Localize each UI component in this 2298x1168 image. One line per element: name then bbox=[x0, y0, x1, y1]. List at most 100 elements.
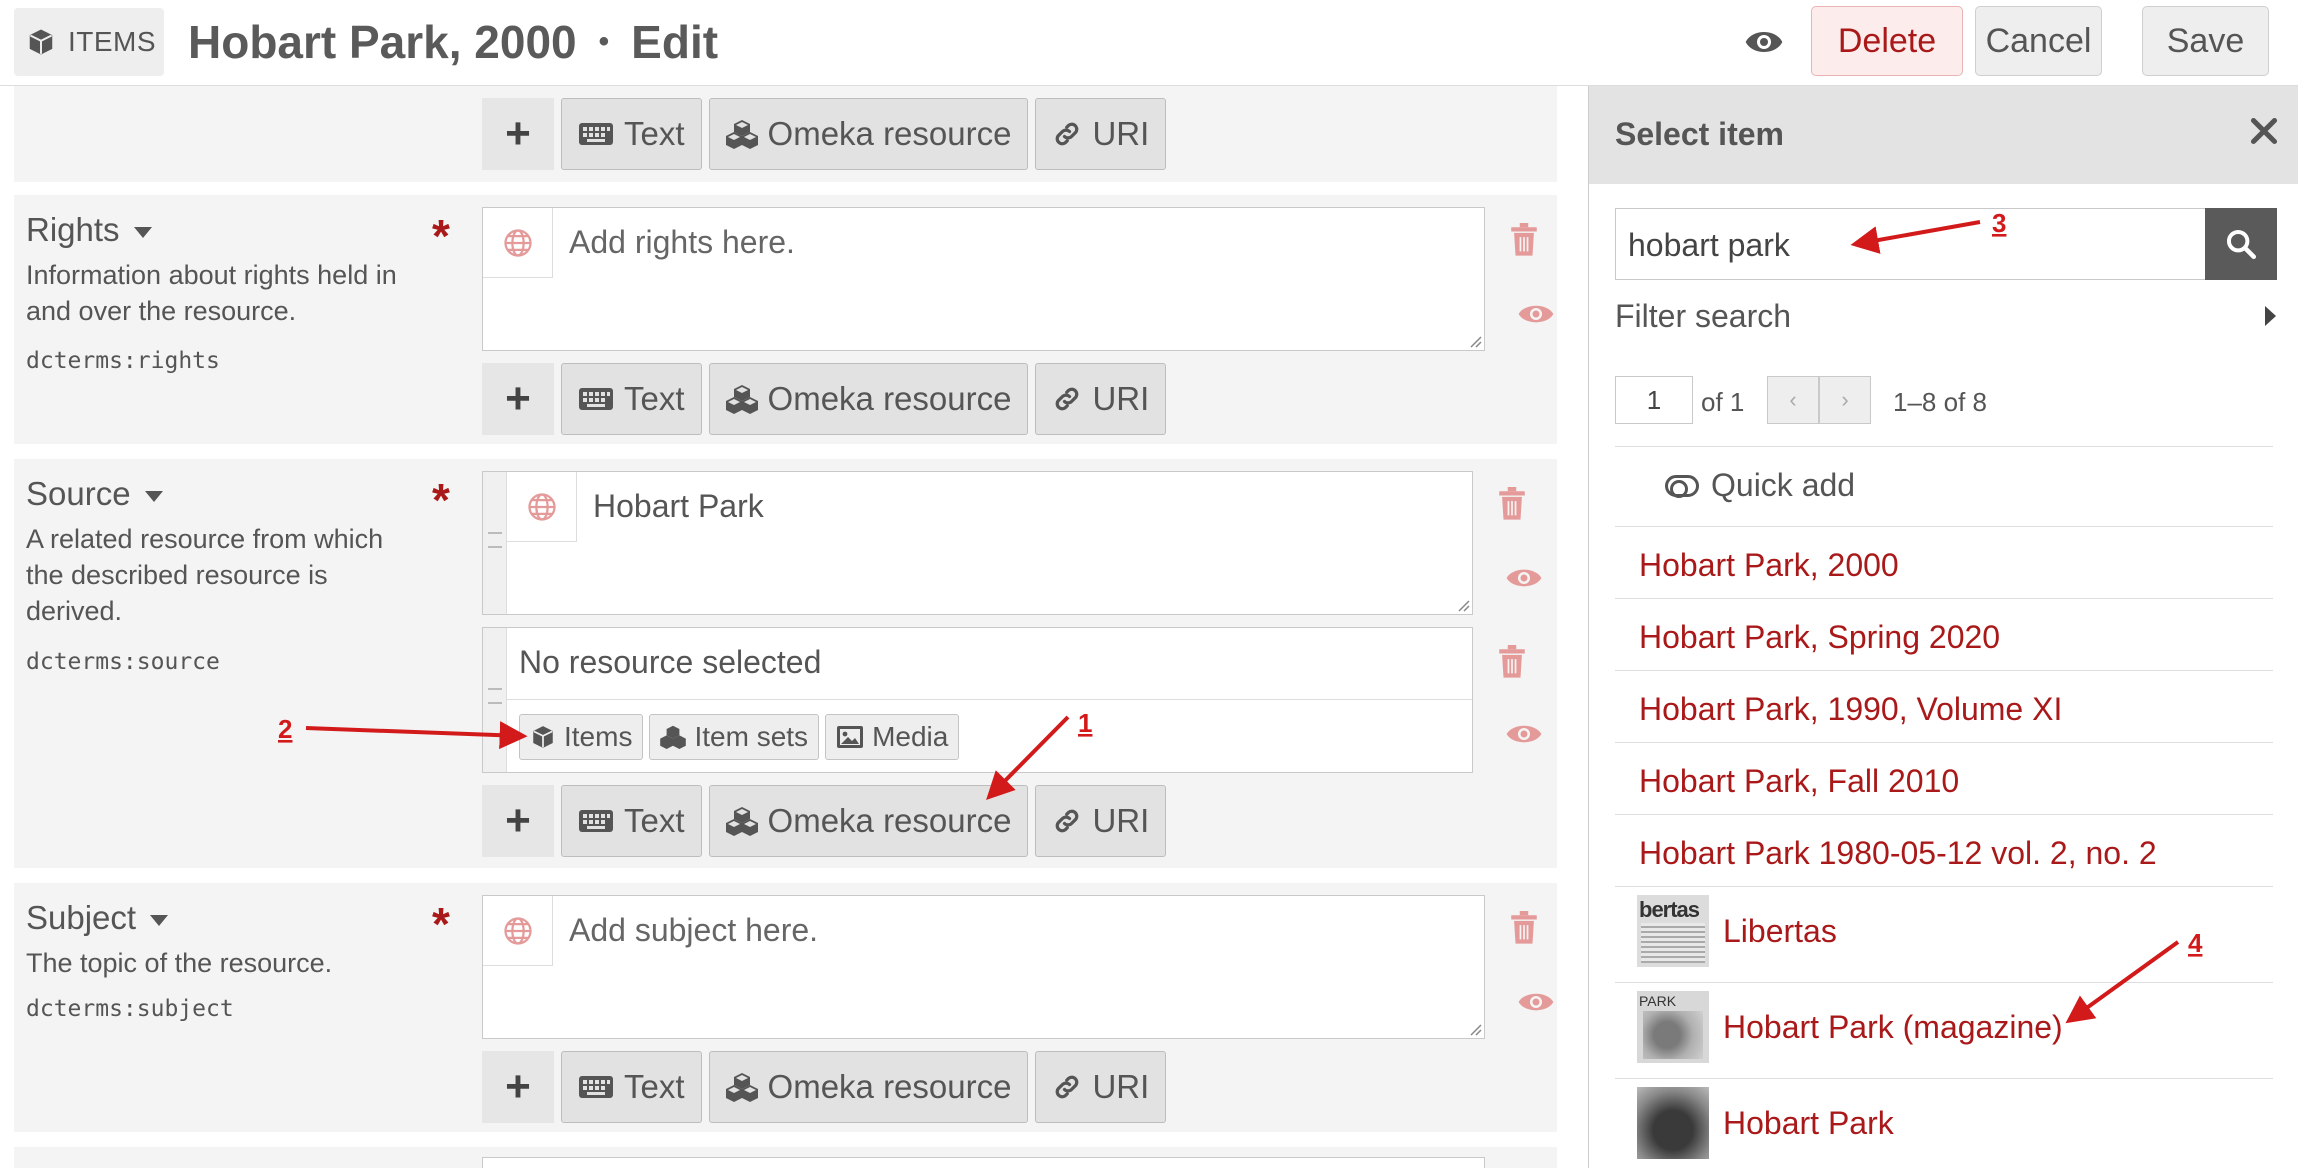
result-link[interactable]: Hobart Park, Spring 2020 bbox=[1639, 619, 2000, 656]
select-media-button[interactable]: Media bbox=[825, 714, 960, 760]
rights-property-section: Rights Information about rights held in … bbox=[14, 195, 1557, 444]
sidebar-title: Select item bbox=[1615, 116, 1784, 152]
cubes-icon bbox=[725, 385, 758, 414]
thumbnail-text: PARK bbox=[1639, 993, 1677, 1009]
previous-page-button[interactable]: ‹ bbox=[1767, 376, 1819, 424]
close-icon[interactable] bbox=[2249, 116, 2279, 151]
plus-icon[interactable]: + bbox=[482, 363, 554, 435]
select-item-sets-label: Item sets bbox=[694, 721, 809, 752]
result-link[interactable]: Hobart Park bbox=[1723, 1105, 1894, 1142]
items-nav-badge[interactable]: ITEMS bbox=[14, 8, 164, 76]
add-uri-button[interactable]: URI bbox=[1035, 98, 1167, 170]
add-omeka-resource-button[interactable]: Omeka resource bbox=[708, 785, 1029, 857]
add-text-label: Text bbox=[624, 802, 685, 839]
result-link[interactable]: Hobart Park, 1990, Volume XI bbox=[1639, 691, 2062, 728]
trash-icon[interactable] bbox=[1497, 487, 1527, 526]
select-item-sets-button[interactable]: Item sets bbox=[649, 714, 820, 760]
select-items-button[interactable]: Items bbox=[519, 714, 644, 760]
add-text-label: Text bbox=[624, 115, 685, 152]
source-text-value[interactable]: Hobart Park bbox=[482, 471, 1473, 615]
plus-icon[interactable]: + bbox=[482, 785, 554, 857]
add-omeka-resource-button[interactable]: Omeka resource bbox=[708, 1051, 1029, 1123]
result-thumbnail: PARK bbox=[1637, 991, 1709, 1063]
eye-icon[interactable] bbox=[1517, 301, 1555, 332]
eye-icon[interactable] bbox=[1517, 989, 1555, 1020]
search-button[interactable] bbox=[2205, 208, 2277, 280]
save-button[interactable]: Save bbox=[2142, 6, 2269, 76]
source-text-value-text: Hobart Park bbox=[593, 488, 764, 524]
rights-label[interactable]: Rights bbox=[26, 211, 152, 249]
trash-icon[interactable] bbox=[1509, 223, 1539, 262]
search-icon bbox=[2226, 229, 2257, 260]
rights-term: dcterms:rights bbox=[26, 348, 220, 374]
add-text-button[interactable]: Text bbox=[561, 785, 702, 857]
next-value-field[interactable] bbox=[482, 1157, 1485, 1168]
drag-handle-icon[interactable] bbox=[483, 472, 507, 614]
resize-handle-icon[interactable] bbox=[1468, 1022, 1482, 1036]
trash-icon[interactable] bbox=[1497, 645, 1527, 684]
quick-add-toggle[interactable]: Quick add bbox=[1665, 467, 1855, 504]
list-item[interactable]: Hobart Park, 1990, Volume XI bbox=[1615, 670, 2273, 742]
next-property-section bbox=[14, 1147, 1557, 1168]
chevron-down-icon[interactable] bbox=[133, 226, 152, 238]
search-input[interactable]: hobart park bbox=[1615, 208, 2215, 280]
add-omeka-resource-button[interactable]: Omeka resource bbox=[708, 98, 1029, 170]
add-text-button[interactable]: Text bbox=[561, 363, 702, 435]
add-value-row: + Text Omeka resource URI bbox=[482, 785, 1167, 857]
globe-icon[interactable] bbox=[483, 208, 553, 278]
chevron-down-icon[interactable] bbox=[150, 914, 169, 926]
trash-icon[interactable] bbox=[1509, 911, 1539, 950]
result-link[interactable]: Hobart Park, Fall 2010 bbox=[1639, 763, 1959, 800]
subject-value-field[interactable]: Add subject here. bbox=[482, 895, 1485, 1039]
rights-value-field[interactable]: Add rights here. bbox=[482, 207, 1485, 351]
filter-search-toggle[interactable]: Filter search bbox=[1615, 298, 1791, 335]
delete-button[interactable]: Delete bbox=[1811, 6, 1963, 76]
resize-handle-icon[interactable] bbox=[1456, 598, 1470, 612]
image-icon bbox=[837, 726, 864, 748]
cancel-button[interactable]: Cancel bbox=[1975, 6, 2102, 76]
result-link[interactable]: Hobart Park, 2000 bbox=[1639, 547, 1899, 584]
source-label[interactable]: Source bbox=[26, 475, 163, 513]
result-link[interactable]: Hobart Park 1980-05-12 vol. 2, no. 2 bbox=[1639, 835, 2157, 872]
resize-handle-icon[interactable] bbox=[1468, 334, 1482, 348]
results-range: 1–8 of 8 bbox=[1893, 387, 1987, 417]
list-item[interactable]: Hobart Park, Fall 2010 bbox=[1615, 742, 2273, 814]
add-uri-button[interactable]: URI bbox=[1035, 1051, 1167, 1123]
subject-placeholder: Add subject here. bbox=[569, 912, 819, 948]
subject-term: dcterms:subject bbox=[26, 996, 234, 1022]
view-public-eye-icon[interactable] bbox=[1744, 22, 1784, 67]
add-text-button[interactable]: Text bbox=[561, 1051, 702, 1123]
list-item[interactable]: Hobart Park, Spring 2020 bbox=[1615, 598, 2273, 670]
add-text-button[interactable]: Text bbox=[561, 98, 702, 170]
list-item[interactable]: PARK Hobart Park (magazine) bbox=[1615, 982, 2273, 1078]
subject-label[interactable]: Subject bbox=[26, 899, 169, 937]
next-page-button[interactable]: › bbox=[1819, 376, 1871, 424]
chevron-right-icon[interactable] bbox=[2265, 306, 2276, 326]
eye-icon[interactable] bbox=[1505, 721, 1543, 752]
cubes-icon bbox=[725, 1073, 758, 1102]
subject-description: The topic of the resource. bbox=[26, 948, 333, 978]
eye-icon[interactable] bbox=[1505, 565, 1543, 596]
required-asterisk: * bbox=[432, 210, 450, 262]
resource-type-buttons: Items Item sets Media bbox=[519, 714, 960, 760]
cubes-icon bbox=[660, 725, 687, 749]
previous-property-section: + Text Omeka resource URI bbox=[14, 86, 1557, 182]
keyboard-icon bbox=[579, 123, 613, 145]
add-uri-button[interactable]: URI bbox=[1035, 363, 1167, 435]
add-uri-label: URI bbox=[1092, 1068, 1150, 1105]
result-link[interactable]: Libertas bbox=[1723, 913, 1837, 950]
drag-handle-icon[interactable] bbox=[483, 628, 507, 772]
plus-icon[interactable]: + bbox=[482, 98, 554, 170]
result-link[interactable]: Hobart Park (magazine) bbox=[1723, 1009, 2063, 1046]
list-item[interactable]: Hobart Park 1980-05-12 vol. 2, no. 2 bbox=[1615, 814, 2273, 886]
chevron-down-icon[interactable] bbox=[144, 490, 163, 502]
list-item[interactable]: bertas Libertas bbox=[1615, 886, 2273, 982]
add-uri-button[interactable]: URI bbox=[1035, 785, 1167, 857]
add-omeka-resource-button[interactable]: Omeka resource bbox=[708, 363, 1029, 435]
list-item[interactable]: Hobart Park bbox=[1615, 1078, 2273, 1168]
plus-icon[interactable]: + bbox=[482, 1051, 554, 1123]
globe-icon[interactable] bbox=[507, 472, 577, 542]
page-number-input[interactable]: 1 bbox=[1615, 376, 1693, 424]
list-item[interactable]: Hobart Park, 2000 bbox=[1615, 526, 2273, 598]
globe-icon[interactable] bbox=[483, 896, 553, 966]
